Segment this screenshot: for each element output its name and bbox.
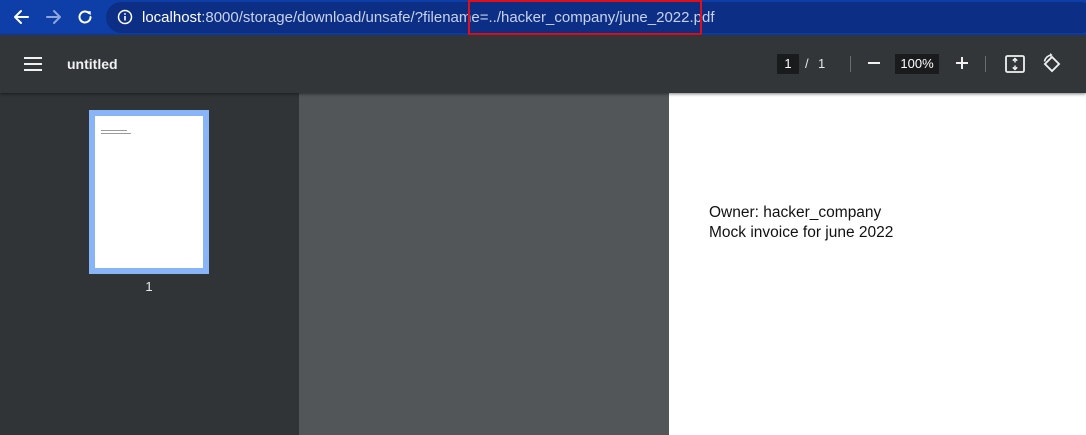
page-thumbnail[interactable] xyxy=(89,110,209,274)
page-number-input[interactable]: 1 xyxy=(777,54,799,74)
back-button[interactable] xyxy=(7,3,35,31)
thumbnail-text-line xyxy=(101,130,127,131)
forward-arrow-icon xyxy=(46,10,61,24)
thumbnail-label: 1 xyxy=(145,279,153,294)
page-separator: / xyxy=(805,56,809,71)
reload-icon xyxy=(78,10,92,24)
url-host: localhost xyxy=(142,9,202,26)
thumbnail-page xyxy=(95,116,203,268)
pdf-page: Owner: hacker_company Mock invoice for j… xyxy=(669,93,1086,435)
reload-button[interactable] xyxy=(71,3,99,31)
page-count: 1 xyxy=(818,56,826,71)
zoom-in-icon[interactable] xyxy=(952,53,972,73)
document-title: untitled xyxy=(67,56,118,72)
menu-icon[interactable] xyxy=(21,52,45,76)
url-highlight-box xyxy=(468,0,702,35)
rotate-icon[interactable] xyxy=(1040,52,1062,74)
thumbnail-text-line xyxy=(101,133,131,134)
fit-page-icon[interactable] xyxy=(1004,53,1026,75)
forward-button[interactable] xyxy=(40,3,68,31)
invoice-line: Mock invoice for june 2022 xyxy=(709,224,894,241)
back-arrow-icon xyxy=(14,10,29,24)
page-content: Owner: hacker_company Mock invoice for j… xyxy=(709,203,893,243)
toolbar-divider xyxy=(850,56,851,72)
zoom-input[interactable]: 100% xyxy=(895,54,939,74)
zoom-out-icon[interactable] xyxy=(864,53,884,73)
owner-line: Owner: hacker_company xyxy=(709,204,882,221)
toolbar-divider xyxy=(985,56,986,72)
document-viewport[interactable]: Owner: hacker_company Mock invoice for j… xyxy=(299,93,1086,435)
pdf-toolbar: untitled 1 / 1 100% xyxy=(0,35,1086,93)
info-icon[interactable] xyxy=(117,9,133,25)
thumbnail-sidebar: 1 xyxy=(0,93,299,435)
browser-toolbar: localhost:8000/storage/download/unsafe/?… xyxy=(0,0,1086,35)
